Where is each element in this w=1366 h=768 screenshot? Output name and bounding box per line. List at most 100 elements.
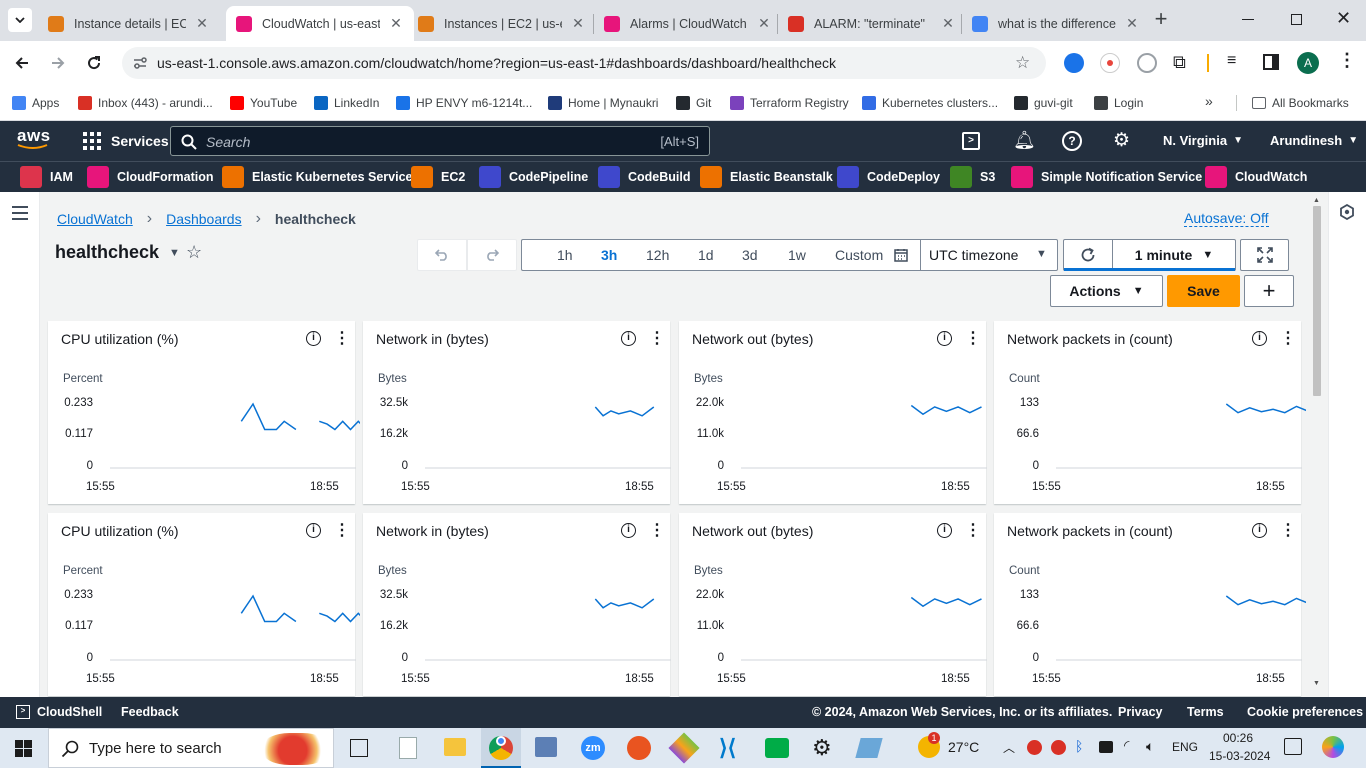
user-menu[interactable]: Arundinesh ▼	[1270, 133, 1358, 148]
widget-menu-icon[interactable]: ⋮	[334, 520, 350, 540]
reload-icon[interactable]	[84, 53, 104, 73]
profile-avatar[interactable]: A	[1297, 52, 1319, 74]
widget-menu-icon[interactable]: ⋮	[965, 328, 981, 348]
undo-button[interactable]	[417, 239, 467, 271]
aws-search-input[interactable]: Search [Alt+S]	[170, 126, 710, 156]
info-icon[interactable]: i	[306, 523, 321, 538]
taskbar-app-network[interactable]	[535, 737, 557, 757]
favorite-service-link[interactable]: Elastic Kubernetes Service	[222, 166, 413, 188]
hamburger-menu-icon[interactable]	[12, 206, 28, 220]
browser-tab[interactable]: ALARM: "terminate" ✕	[778, 6, 966, 41]
time-range-option[interactable]: 1h	[557, 247, 573, 263]
favorite-service-link[interactable]: CodePipeline	[479, 166, 588, 188]
info-icon[interactable]: i	[621, 331, 636, 346]
dashboard-title-dropdown[interactable]: healthcheck ▼	[55, 242, 180, 263]
time-range-option[interactable]: 12h	[646, 247, 669, 263]
cloudshell-icon[interactable]: >	[962, 132, 980, 150]
help-icon[interactable]: ?	[1062, 131, 1082, 151]
favorite-service-link[interactable]: Elastic Beanstalk	[700, 166, 833, 188]
add-widget-button[interactable]: +	[1244, 275, 1294, 307]
breadcrumb-dashboards-link[interactable]: Dashboards	[166, 211, 242, 227]
fullscreen-button[interactable]	[1240, 239, 1289, 271]
privacy-link[interactable]: Privacy	[1118, 705, 1162, 719]
actions-dropdown[interactable]: Actions ▼	[1050, 275, 1163, 307]
info-icon[interactable]: i	[1252, 331, 1267, 346]
save-button[interactable]: Save	[1167, 275, 1240, 307]
favorite-service-link[interactable]: CloudWatch	[1205, 166, 1307, 188]
help-panel-icon[interactable]	[1339, 204, 1355, 220]
browser-tab[interactable]: Alarms | CloudWatch ✕	[594, 6, 782, 41]
bookmark-item[interactable]: Inbox (443) - arundi...	[78, 93, 213, 113]
windows-start-icon[interactable]	[15, 740, 32, 757]
timezone-select[interactable]: UTC timezone ▼	[920, 239, 1058, 271]
minimize-window-button[interactable]	[1242, 19, 1254, 20]
tab-search-button[interactable]	[8, 8, 32, 32]
taskbar-app-notepad[interactable]	[399, 737, 417, 759]
taskbar-app-explorer[interactable]	[444, 738, 466, 756]
new-tab-button[interactable]: +	[1150, 8, 1172, 31]
metric-widget[interactable]: CPU utilization (%) i ⋮ Percent 0.233 0.117 0 1…	[48, 513, 360, 696]
widget-menu-icon[interactable]: ⋮	[334, 328, 350, 348]
favorite-service-link[interactable]: EC2	[411, 166, 465, 188]
services-menu[interactable]: Services	[83, 132, 169, 150]
region-selector[interactable]: N. Virginia ▼	[1163, 133, 1243, 148]
autosave-toggle[interactable]: Autosave: Off	[1184, 210, 1269, 227]
metric-widget[interactable]: Network packets in (count) i ⋮ Count 133 66.6…	[994, 321, 1306, 504]
tab-close-icon[interactable]: ✕	[388, 15, 404, 32]
taskbar-app-vscode[interactable]: ⟩⟨	[719, 737, 736, 759]
restore-window-button[interactable]	[1291, 14, 1302, 25]
feedback-link[interactable]: Feedback	[121, 705, 179, 719]
browser-tab[interactable]: Instance details | EC2 ✕	[38, 6, 220, 41]
bookmark-item[interactable]: Terraform Registry	[730, 93, 849, 113]
site-info-icon[interactable]	[132, 55, 148, 71]
media-control-icon[interactable]: ≡	[1227, 52, 1236, 70]
bookmark-item[interactable]: Home | Mynaukri	[548, 93, 658, 113]
browser-tab[interactable]: what is the difference ✕	[962, 6, 1150, 41]
metric-widget[interactable]: Network out (bytes) i ⋮ Bytes 22.0k 11.0k 0 15:…	[679, 321, 987, 504]
show-hidden-icons-icon[interactable]: ︿	[1003, 739, 1015, 756]
redo-button[interactable]	[467, 239, 517, 271]
widget-menu-icon[interactable]: ⋮	[1280, 328, 1296, 348]
cloudshell-footer-link[interactable]: > CloudShell	[16, 705, 102, 719]
clock-date[interactable]: 15-03-2024	[1209, 749, 1270, 763]
taskbar-app-zoom[interactable]: zm	[581, 736, 605, 760]
aws-logo[interactable]: aws	[17, 127, 51, 154]
widget-menu-icon[interactable]: ⋮	[649, 520, 665, 540]
calendar-icon[interactable]	[894, 248, 908, 262]
extension-icon-3[interactable]	[1137, 53, 1157, 73]
time-range-option[interactable]: 1d	[698, 247, 714, 263]
bookmark-item[interactable]: YouTube	[230, 93, 297, 113]
vertical-scrollbar[interactable]: ▲ ▼	[1310, 197, 1324, 690]
tab-close-icon[interactable]: ✕	[1124, 15, 1140, 32]
tab-close-icon[interactable]: ✕	[940, 15, 956, 32]
browser-tab[interactable]: Instances | EC2 | us-e ✕	[408, 6, 596, 41]
tab-close-icon[interactable]: ✕	[756, 15, 772, 32]
metric-widget[interactable]: Network in (bytes) i ⋮ Bytes 32.5k 16.2k 0 15:5…	[363, 513, 671, 696]
time-range-option[interactable]: 3h	[601, 247, 617, 263]
cookie-preferences-link[interactable]: Cookie preferences	[1247, 705, 1363, 719]
extension-icon-2[interactable]	[1100, 53, 1120, 73]
taskbar-search-box[interactable]: Type here to search	[48, 728, 334, 768]
favorite-star-icon[interactable]: ☆	[186, 242, 202, 263]
meet-tray-icon[interactable]	[1099, 741, 1113, 753]
tab-close-icon[interactable]: ✕	[194, 15, 210, 32]
tray-app-icon-2[interactable]	[1051, 740, 1066, 755]
tray-app-icon-1[interactable]	[1027, 740, 1042, 755]
bookmark-item[interactable]: Apps	[12, 93, 59, 113]
info-icon[interactable]: i	[937, 523, 952, 538]
favorite-service-link[interactable]: Simple Notification Service	[1011, 166, 1202, 188]
task-view-icon[interactable]	[350, 739, 368, 757]
info-icon[interactable]: i	[306, 331, 321, 346]
taskbar-app-meet[interactable]	[765, 738, 789, 758]
bookmark-star-icon[interactable]: ☆	[1015, 53, 1030, 73]
info-icon[interactable]: i	[937, 331, 952, 346]
bookmark-item[interactable]: Login	[1094, 93, 1143, 113]
volume-icon[interactable]: 🔈︎	[1146, 738, 1154, 755]
widget-menu-icon[interactable]: ⋮	[649, 328, 665, 348]
back-icon[interactable]	[12, 53, 32, 73]
language-indicator[interactable]: ENG	[1172, 740, 1198, 754]
browser-tab[interactable]: CloudWatch | us-east ✕	[226, 6, 414, 41]
extensions-puzzle-icon[interactable]: ⧉	[1173, 52, 1186, 73]
info-icon[interactable]: i	[621, 523, 636, 538]
notifications-icon[interactable]	[1284, 738, 1302, 755]
